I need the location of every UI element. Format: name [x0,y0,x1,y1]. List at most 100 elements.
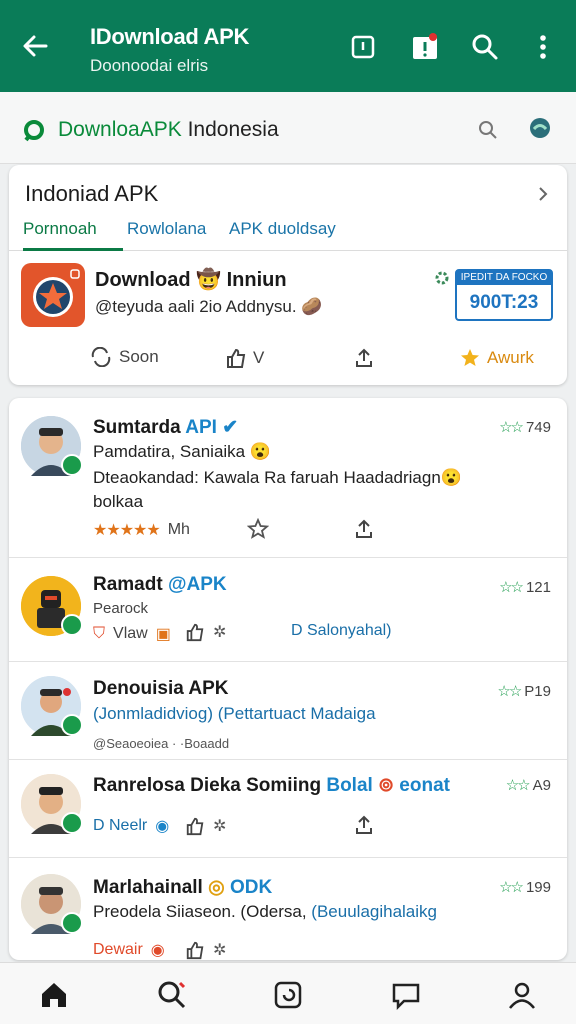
chat-icon[interactable] [390,979,422,1011]
item-title: Denouisia APK [93,678,229,699]
profile-icon[interactable] [506,979,538,1011]
emoji-icon: 🤠 [196,269,222,291]
feed-list: Sumtarda API ✔ ☆☆ 749 Pamdatira, Saniaika… [9,398,567,960]
bottom-nav [0,962,576,1024]
stars-icon: ☆☆ [497,683,522,700]
avatar[interactable] [21,774,83,834]
item-line: bolkaa [93,492,144,511]
upload-icon [356,348,372,367]
item-line: Pamdatira, Saniaika 😮 [93,442,272,461]
item-title: Sumtarda API ✔ [93,417,239,438]
app-bar: IDownload APK Doonoodai elris [0,0,576,92]
item-title: Marlahainall ◎ ODK [93,877,273,898]
avatar[interactable] [21,874,83,934]
chevron-right-icon[interactable] [537,185,549,208]
list-item[interactable]: Denouisia APK ☆☆ P19 (Jonmladidviog) (Pet… [9,662,567,760]
featured-card: Indoniad APK Pornnoah Rowlolana APK duol… [9,165,567,385]
clock-icon: ◉ [155,818,170,835]
rating: ☆☆ 749 [499,419,551,436]
stars-icon: ☆☆ [499,579,524,596]
award-button[interactable]: Awurk [459,347,534,369]
tab-bar: Pornnoah Rowlolana APK duoldsay [9,207,567,251]
stars-icon: ☆☆ [499,419,524,436]
item-link[interactable]: D Salonyahal) [291,622,392,640]
shield-icon: ⛉ [93,625,106,642]
thumb-up-icon [186,817,204,836]
stars-icon: ☆☆ [499,879,524,896]
rating: ☆☆ 121 [499,579,551,596]
verified-icon [61,614,83,636]
alert-icon[interactable] [410,30,440,64]
refresh-icon [91,347,111,367]
upload-icon[interactable] [353,518,375,545]
thumb-up-icon [186,623,204,642]
coin-icon: 🥔 [301,297,323,316]
verified-badge-icon: ✔ [222,417,239,438]
app-icon[interactable] [21,263,85,327]
list-item[interactable]: Sumtarda API ✔ ☆☆ 749 Pamdatira, Saniaika… [9,398,567,558]
like-button[interactable]: V [225,347,264,369]
reaction-icons: ✲ [185,622,226,642]
item-line: (Jonmladidviog) (Pettartuact Madaiga [93,704,376,723]
upload-button[interactable] [353,347,375,369]
home-icon[interactable] [38,979,70,1011]
item-meta: ⛉ Vlaw ▣ [93,625,171,643]
star-outline-icon[interactable] [246,517,270,545]
more-vert-icon[interactable] [528,30,558,64]
price-badge[interactable]: IPEDIT DA FOCKO 900T:23 [455,269,553,321]
star-icon [461,349,479,366]
avatar[interactable] [21,416,83,476]
item-title: Ramadt @APK [93,574,227,595]
app-badge-icon: ▣ [155,626,171,643]
clock-icon: ◉ [150,942,165,959]
shield-icon[interactable] [528,116,552,147]
search-icon[interactable] [478,120,498,145]
share-button[interactable]: Soon [89,347,159,367]
item-line: Preodela Siiaseon. (Odersa, (Beuulagihal… [93,902,437,921]
thumb-up-icon [186,941,204,960]
phone-icon[interactable] [348,30,378,64]
section-title: Indoniad APK [25,181,159,206]
badge-label: IPEDIT DA FOCKO [457,271,551,285]
tab-rowlolana[interactable]: Rowlolana [127,219,206,239]
search-icon[interactable] [470,30,500,64]
item-meta: D Neelr ◉ [93,817,170,835]
verified-icon [61,912,83,934]
reaction-icons: ✲ [185,940,226,960]
featured-app-name[interactable]: Download 🤠 Inniun [95,267,287,292]
list-item[interactable]: Ranrelosa Dieka Somiing Bolal ⊚ eonat ☆☆… [9,760,567,858]
app-subtitle: Doonoodai elris [90,56,209,75]
featured-app-subtitle: @teyuda aali 2io Addnysu. 🥔 [95,297,323,316]
item-title: Ranrelosa Dieka Somiing Bolal ⊚ eonat [93,775,450,796]
list-item[interactable]: Ramadt @APK ☆☆ 121 Pearock ⛉ Vlaw ▣ ✲ D S… [9,558,567,662]
badge-value: 900T:23 [469,292,539,313]
back-arrow-icon[interactable] [20,28,52,64]
app-title: IDownload APK [90,24,250,49]
avatar[interactable] [21,576,83,636]
action-row: Soon V Awurk [9,339,567,375]
item-meta: ★★★★★ Mh [93,521,190,539]
item-meta: Dewair ◉ [93,941,165,959]
apps-icon[interactable] [272,979,304,1011]
rating: ☆☆ 199 [499,879,551,896]
list-item[interactable]: Marlahainall ◎ ODK ☆☆ 199 Preodela Siiase… [9,858,567,960]
gear-icon[interactable] [433,269,451,292]
verified-icon [61,812,83,834]
tab-apk-duoldsay[interactable]: APK duoldsay [229,219,336,239]
search-bar[interactable]: DownloaAPK Indonesia [0,92,576,164]
brand-logo-icon [22,118,46,147]
verified-icon [61,454,83,476]
rating-stars-icon: ★★★★★ [93,522,161,539]
upload-icon[interactable] [353,814,375,841]
search-text: DownloaAPK Indonesia [58,118,279,141]
thumb-up-icon [227,348,246,368]
avatar[interactable] [21,676,83,736]
reaction-icons: ✲ [185,816,226,836]
tab-pornnoah[interactable]: Pornnoah [23,219,97,239]
search-icon[interactable] [156,979,188,1011]
item-line: Pearock [93,600,149,617]
rating: ☆☆ P19 [497,683,551,700]
item-line: @Seaoeoiea · ·Boaadd [93,736,230,751]
verified-icon [61,714,83,736]
item-line: Dteaokandad: Kawala Ra faruah Haadadriag… [93,468,462,487]
